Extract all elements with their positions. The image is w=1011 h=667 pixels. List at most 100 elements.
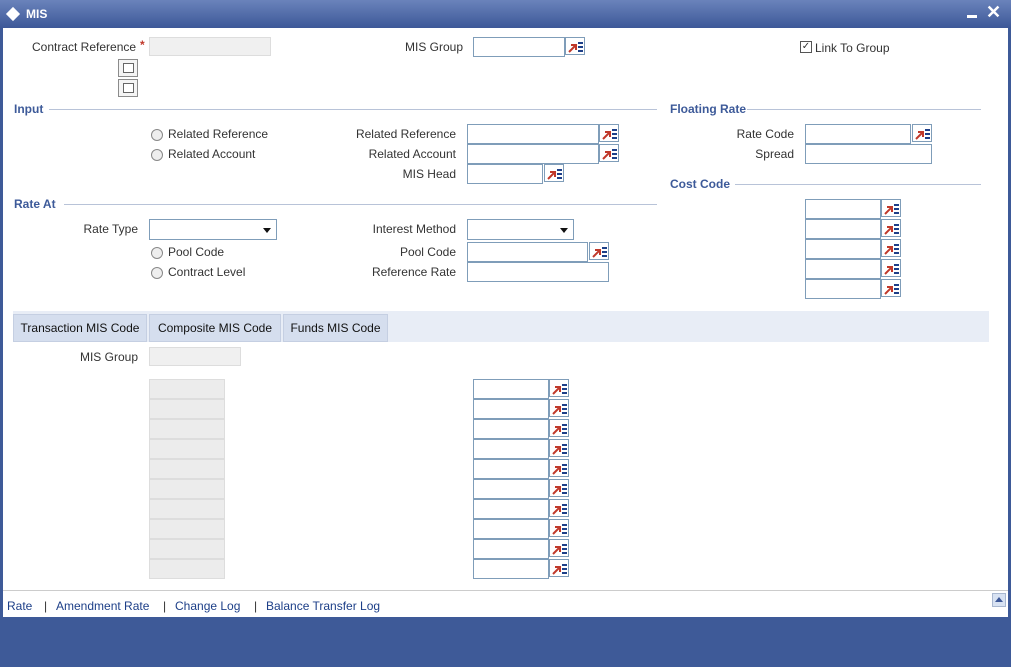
related-account-input[interactable]	[467, 144, 599, 164]
mis-group-label: MIS Group	[405, 40, 464, 54]
minimize-button[interactable]	[967, 15, 977, 18]
mis-class-cell	[149, 499, 225, 519]
rate-at-section-title: Rate At	[14, 197, 56, 211]
cost-code-lov-button[interactable]	[881, 199, 901, 217]
mis-code-lov-button[interactable]	[549, 439, 569, 457]
mis-head-label: MIS Head	[402, 167, 456, 181]
mis-class-cell	[149, 539, 225, 559]
lov-icon	[884, 204, 899, 215]
tab-transaction-mis-code[interactable]: Transaction MIS Code	[13, 314, 147, 342]
mis-class-cell	[149, 459, 225, 479]
mis-head-lov-button[interactable]	[544, 164, 564, 182]
cost-code-lov-button[interactable]	[881, 219, 901, 237]
mis-code-input[interactable]	[473, 539, 549, 559]
footer-separator: |	[163, 599, 167, 613]
cost-code-input[interactable]	[805, 239, 881, 259]
pool-code-lov-button[interactable]	[589, 242, 609, 260]
mis-code-input[interactable]	[473, 559, 549, 579]
rate-code-input[interactable]	[805, 124, 911, 144]
cost-code-input[interactable]	[805, 219, 881, 239]
footer-link-balance-transfer-log[interactable]: Balance Transfer Log	[266, 599, 380, 613]
mis-window: MIS ✕ Contract Reference * MIS Group ✓ L…	[0, 0, 1011, 667]
mis-group-input[interactable]	[473, 37, 565, 57]
mis-code-input[interactable]	[473, 479, 549, 499]
mis-head-input[interactable]	[467, 164, 543, 184]
mis-code-lov-button[interactable]	[549, 479, 569, 497]
lov-icon	[552, 484, 567, 495]
new-page-button-2[interactable]	[118, 79, 138, 97]
footer-link-amendment-rate[interactable]: Amendment Rate	[56, 599, 149, 613]
mis-code-lov-button[interactable]	[549, 519, 569, 537]
related-account-lov-button[interactable]	[599, 144, 619, 162]
spread-input[interactable]	[805, 144, 932, 164]
mis-class-cell	[149, 479, 225, 499]
related-reference-lov-button[interactable]	[599, 124, 619, 142]
interest-method-label: Interest Method	[372, 222, 456, 236]
mis-group-lov-button[interactable]	[565, 37, 585, 55]
mis-code-lov-button[interactable]	[549, 539, 569, 557]
mis-code-lov-button[interactable]	[549, 399, 569, 417]
pool-code-radio[interactable]	[151, 247, 163, 259]
mis-code-lov-button[interactable]	[549, 559, 569, 577]
pool-code-input[interactable]	[467, 242, 588, 262]
mis-code-input[interactable]	[473, 379, 549, 399]
interest-method-select[interactable]	[467, 219, 574, 240]
footer-bar: Rate | Amendment Rate | Change Log | Bal…	[3, 590, 1008, 617]
mis-code-input[interactable]	[473, 459, 549, 479]
input-section-title: Input	[14, 102, 44, 116]
footer-link-change-log[interactable]: Change Log	[175, 599, 240, 613]
mis-class-cell	[149, 379, 225, 399]
mis-code-lov-button[interactable]	[549, 499, 569, 517]
rate-code-lov-button[interactable]	[912, 124, 932, 142]
contract-level-radio-label: Contract Level	[168, 265, 246, 279]
mis-code-input[interactable]	[473, 499, 549, 519]
reference-rate-input[interactable]	[467, 262, 609, 282]
tab-funds-mis-code[interactable]: Funds MIS Code	[283, 314, 388, 342]
scroll-up-button[interactable]	[992, 593, 1006, 607]
page-icon	[123, 63, 134, 73]
footer-separator: |	[44, 599, 48, 613]
mis-code-lov-button[interactable]	[549, 459, 569, 477]
mis-code-lov-button[interactable]	[549, 379, 569, 397]
related-reference-radio[interactable]	[151, 129, 163, 141]
lov-icon	[884, 224, 899, 235]
new-page-button-1[interactable]	[118, 59, 138, 77]
lov-icon	[602, 149, 617, 160]
cost-code-lov-button[interactable]	[881, 259, 901, 277]
mis-class-cell	[149, 439, 225, 459]
mis-class-cell	[149, 419, 225, 439]
mis-code-input[interactable]	[473, 519, 549, 539]
related-account-radio[interactable]	[151, 149, 163, 161]
chevron-up-icon	[995, 597, 1003, 602]
link-to-group-checkbox[interactable]: ✓	[800, 41, 812, 53]
lov-icon	[552, 384, 567, 395]
footer-link-rate[interactable]: Rate	[7, 599, 32, 613]
tab-composite-mis-code[interactable]: Composite MIS Code	[149, 314, 281, 342]
lov-icon	[552, 524, 567, 535]
cost-code-section-title: Cost Code	[670, 177, 730, 191]
related-reference-input[interactable]	[467, 124, 599, 144]
required-mark: *	[140, 38, 145, 52]
close-button[interactable]: ✕	[986, 2, 1001, 22]
lov-icon	[884, 284, 899, 295]
rate-type-select[interactable]	[149, 219, 277, 240]
mis-code-input[interactable]	[473, 439, 549, 459]
cost-code-input[interactable]	[805, 279, 881, 299]
mis-code-input[interactable]	[473, 399, 549, 419]
tab-mis-group-input	[149, 347, 241, 366]
contract-level-radio[interactable]	[151, 267, 163, 279]
lov-icon	[915, 129, 930, 140]
cost-code-input[interactable]	[805, 199, 881, 219]
link-to-group-label: Link To Group	[815, 41, 890, 55]
lov-icon	[552, 424, 567, 435]
lov-icon	[552, 444, 567, 455]
floating-rate-divider	[747, 109, 981, 110]
mis-code-input[interactable]	[473, 419, 549, 439]
cost-code-input[interactable]	[805, 259, 881, 279]
mis-code-lov-button[interactable]	[549, 419, 569, 437]
cost-code-lov-button[interactable]	[881, 279, 901, 297]
lov-icon	[592, 247, 607, 258]
cost-code-lov-button[interactable]	[881, 239, 901, 257]
rate-code-label: Rate Code	[736, 127, 794, 141]
mis-code-tabs: Transaction MIS Code Composite MIS Code …	[13, 311, 989, 342]
